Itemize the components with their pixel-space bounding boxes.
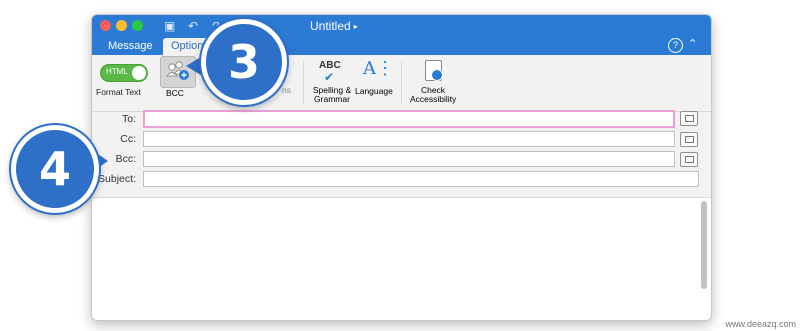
ribbon-separator [303, 61, 304, 105]
cc-label: Cc: [120, 133, 136, 145]
check-accessibility-button[interactable]: Check Accessibility [410, 86, 456, 104]
permissions-label: ns [282, 85, 291, 95]
to-label: To: [121, 113, 136, 125]
minimize-window-button[interactable] [116, 20, 127, 31]
outlook-compose-window: ▣ ↶ ↷ ✉ Untitled▸ Message Options ? ⌃ HT… [91, 14, 712, 321]
language-icon: A⋮ [363, 58, 394, 79]
to-address-book-button[interactable] [680, 111, 698, 126]
bcc-address-book-button[interactable] [680, 152, 698, 167]
bcc-input[interactable] [144, 155, 674, 170]
close-window-button[interactable] [100, 20, 111, 31]
step-4-callout: 4 [11, 125, 99, 213]
format-text-label: Format Text [96, 87, 141, 97]
collapse-ribbon-icon[interactable]: ⌃ [688, 37, 697, 50]
step-3-callout: 3 [201, 19, 287, 105]
title-caret-icon: ▸ [353, 22, 358, 32]
bcc-button-label: BCC [166, 88, 184, 98]
to-field[interactable] [143, 110, 675, 130]
help-icon[interactable]: ? [668, 38, 683, 53]
format-text-toggle[interactable]: HTML [100, 64, 148, 82]
language-button[interactable]: Language [355, 86, 393, 96]
options-ribbon: HTML Format Text BCC ns ABC ✔ Spelling &… [92, 55, 711, 112]
window-title: Untitled ▸ [310, 19, 358, 33]
watermark: www.deeazq.com [725, 319, 796, 329]
to-input[interactable] [145, 115, 673, 130]
ribbon-separator [401, 61, 402, 105]
cc-address-book-button[interactable] [680, 132, 698, 147]
spelling-check-icon: ✔ [324, 70, 335, 84]
check-accessibility-icon [425, 60, 443, 81]
cc-input[interactable] [144, 135, 674, 150]
ribbon-tab-bar: Message Options ? ⌃ [92, 37, 711, 55]
toggle-knob [132, 66, 146, 80]
save-icon[interactable]: ▣ [164, 18, 175, 34]
toggle-label: HTML [106, 67, 128, 76]
cc-field[interactable] [143, 131, 675, 150]
undo-icon[interactable]: ↶ [188, 18, 198, 34]
title-bar: ▣ ↶ ↷ ✉ Untitled▸ [92, 15, 711, 37]
message-body[interactable] [92, 197, 711, 320]
subject-label: Subject: [98, 173, 136, 185]
bcc-field[interactable] [143, 151, 675, 170]
subject-field[interactable] [143, 171, 699, 190]
body-scrollbar[interactable] [701, 201, 707, 289]
spelling-grammar-button[interactable]: Spelling & Grammar [310, 86, 354, 104]
zoom-window-button[interactable] [132, 20, 143, 31]
tab-message[interactable]: Message [100, 38, 161, 55]
subject-input[interactable] [144, 175, 698, 190]
